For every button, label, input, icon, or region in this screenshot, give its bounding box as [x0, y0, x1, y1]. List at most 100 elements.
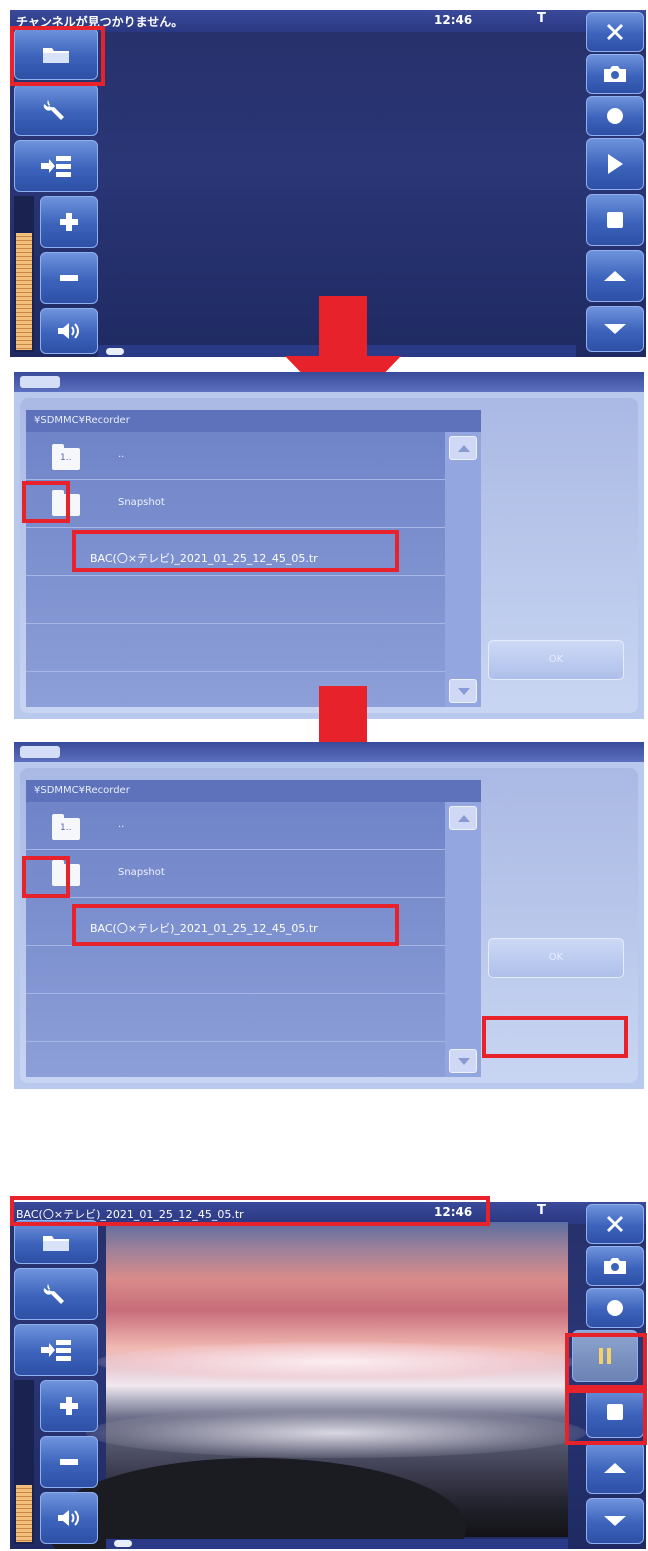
browser-title-bar: [14, 742, 644, 762]
list-scroll-down-button[interactable]: [449, 1049, 477, 1073]
mute-button[interactable]: [40, 308, 98, 354]
settings-button[interactable]: [14, 1268, 98, 1320]
wrench-icon: [43, 100, 64, 120]
back-tab[interactable]: [20, 746, 60, 758]
play-button[interactable]: [586, 138, 644, 190]
volume-up-button[interactable]: [40, 196, 98, 248]
highlight-recording-file: [72, 904, 399, 946]
snapshot-button[interactable]: [586, 1246, 644, 1286]
current-path: ¥SDMMC¥Recorder: [26, 410, 481, 432]
record-icon: [607, 1300, 623, 1316]
channel-list-button[interactable]: [14, 1324, 98, 1376]
snapshot-folder-label: Snapshot: [118, 867, 165, 878]
status-bar: チャンネルが見つかりません。 12:46 T: [10, 10, 646, 32]
list-item-empty-1: [26, 946, 446, 994]
close-button[interactable]: [586, 12, 644, 52]
list-item-empty-1: [26, 576, 446, 624]
mountain-ridge: [86, 1408, 586, 1458]
back-tab[interactable]: [20, 376, 60, 388]
list-scrollbar[interactable]: [445, 432, 481, 707]
folder-icon: [43, 1236, 69, 1251]
mute-button[interactable]: [40, 1492, 98, 1544]
scroll-down-button[interactable]: [586, 306, 644, 352]
list-icon: [41, 156, 71, 177]
highlight-snapshot-folder: [22, 856, 70, 898]
progress-knob[interactable]: [106, 348, 124, 355]
plus-icon: [60, 1397, 78, 1415]
folder-button[interactable]: [14, 1220, 98, 1264]
list-scroll-down-button[interactable]: [449, 679, 477, 703]
minus-icon: [60, 275, 78, 281]
highlight-pause-button: [565, 1333, 647, 1389]
highlight-ok-button: [482, 1016, 628, 1058]
channel-list-button[interactable]: [14, 140, 98, 192]
progress-knob[interactable]: [114, 1540, 132, 1547]
parent-folder-glyph: 1..: [60, 823, 72, 833]
up-icon: [604, 271, 626, 281]
scroll-up-button[interactable]: [586, 1442, 644, 1494]
record-icon: [607, 108, 623, 124]
close-icon: [607, 24, 623, 40]
volume-meter-fill: [16, 233, 32, 350]
highlight-recording-file: [72, 530, 399, 572]
volume-meter-fill: [16, 1484, 32, 1542]
list-icon: [41, 1340, 71, 1361]
stop-button[interactable]: [586, 194, 644, 246]
browser-title-bar: [14, 372, 644, 392]
highlight-stop-button: [565, 1389, 647, 1445]
list-item-parent[interactable]: 1.. ..: [26, 432, 446, 480]
progress-bar[interactable]: [106, 1539, 568, 1549]
close-button[interactable]: [586, 1204, 644, 1244]
wrench-icon: [43, 1284, 64, 1304]
list-scroll-up-button[interactable]: [449, 436, 477, 460]
camera-icon: [604, 1258, 626, 1274]
play-icon: [608, 154, 623, 174]
down-icon: [604, 324, 626, 334]
signal-icon: T: [537, 11, 546, 26]
volume-meter: [14, 196, 34, 352]
highlight-snapshot-folder: [22, 481, 70, 523]
scroll-down-button[interactable]: [586, 1498, 644, 1544]
record-button[interactable]: [586, 1288, 644, 1328]
snapshot-folder-label: Snapshot: [118, 497, 165, 508]
highlight-folder-button: [10, 26, 105, 86]
settings-button[interactable]: [14, 84, 98, 136]
snapshot-button[interactable]: [586, 54, 644, 94]
list-scroll-up-button[interactable]: [449, 806, 477, 830]
close-icon: [607, 1216, 623, 1232]
speaker-icon: [58, 323, 79, 339]
list-item-empty-2: [26, 994, 446, 1042]
record-button[interactable]: [586, 96, 644, 136]
volume-meter: [14, 1380, 34, 1544]
parent-folder-label: ..: [118, 819, 125, 830]
list-item-snapshot[interactable]: Snapshot: [26, 850, 446, 898]
parent-folder-label: ..: [118, 449, 125, 460]
parent-folder-icon: 1..: [52, 814, 80, 840]
volume-down-button[interactable]: [40, 1436, 98, 1488]
cloud-band: [96, 1342, 576, 1382]
plus-icon: [60, 213, 78, 231]
current-path: ¥SDMMC¥Recorder: [26, 780, 481, 802]
device-screen-playback: BAC(〇×テレビ)_2021_01_25_12_45_05.tr 12:46 …: [10, 1202, 646, 1549]
highlight-file-name: [10, 1196, 490, 1226]
ok-button[interactable]: OK: [488, 640, 624, 680]
camera-icon: [604, 66, 626, 82]
list-item-empty-2: [26, 624, 446, 672]
signal-icon: T: [537, 1203, 546, 1218]
minus-icon: [60, 1459, 78, 1465]
volume-down-button[interactable]: [40, 252, 98, 304]
scroll-up-button[interactable]: [586, 250, 644, 302]
parent-folder-icon: 1..: [52, 444, 80, 470]
list-scrollbar[interactable]: [445, 802, 481, 1077]
down-icon: [604, 1516, 626, 1526]
video-frame: [46, 1222, 586, 1549]
parent-folder-glyph: 1..: [60, 453, 72, 463]
speaker-icon: [58, 1510, 79, 1526]
up-icon: [604, 1463, 626, 1473]
foreground-hill: [46, 1458, 466, 1549]
list-item-snapshot[interactable]: Snapshot: [26, 480, 446, 528]
list-item-parent[interactable]: 1.. ..: [26, 802, 446, 850]
volume-up-button[interactable]: [40, 1380, 98, 1432]
ok-button[interactable]: OK: [488, 938, 624, 978]
clock: 12:46: [434, 13, 473, 27]
